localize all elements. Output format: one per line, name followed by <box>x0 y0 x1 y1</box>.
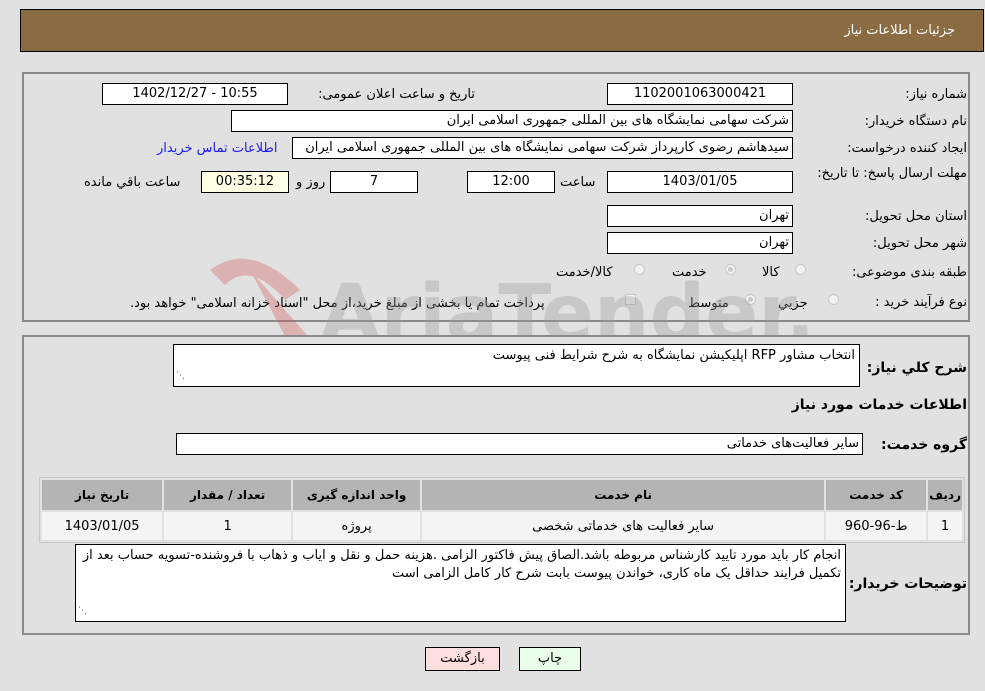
services-table: ردیف کد خدمت نام خدمت واحد اندازه گیری ت… <box>39 477 965 543</box>
buyer-org-field[interactable]: شرکت سهامی نمایشگاه های بین المللی جمهور… <box>231 110 793 132</box>
city-field[interactable]: تهران <box>607 232 793 254</box>
announce-datetime-value: 1402/12/27 - 10:55 <box>132 86 258 101</box>
cell-row-number: 1 <box>928 512 962 540</box>
treasury-checkbox[interactable] <box>625 294 636 305</box>
process-option-medium: متوسط <box>688 296 729 311</box>
deadline-time-field[interactable]: 12:00 <box>467 171 555 193</box>
deadline-date-field[interactable]: 1403/01/05 <box>607 171 793 193</box>
buyer-notes-text: انجام کار باید مورد تایید کارشناس مربوطه… <box>82 548 841 581</box>
creator-label: ایجاد کننده درخواست: <box>847 141 967 156</box>
process-label: نوع فرآیند خرید : <box>875 295 967 310</box>
col-header-quantity: تعداد / مقدار <box>164 480 292 510</box>
days-label: روز و <box>296 175 326 190</box>
back-button[interactable]: بازگشت <box>425 647 500 671</box>
announce-datetime-field[interactable]: 1402/12/27 - 10:55 <box>102 83 288 105</box>
buyer-notes-textarea[interactable]: انجام کار باید مورد تایید کارشناس مربوطه… <box>75 544 846 622</box>
process-option-minor: جزیي <box>778 296 808 311</box>
process-radio-minor[interactable] <box>828 294 839 305</box>
service-group-field[interactable]: سایر فعالیت‌های خدماتی <box>176 433 863 455</box>
col-header-need-date: تاریخ نیاز <box>42 480 163 510</box>
page-title: جزئیات اطلاعات نیاز <box>844 23 955 38</box>
days-remaining-field[interactable]: 7 <box>330 171 418 193</box>
process-radio-medium[interactable] <box>745 294 756 305</box>
treasury-note: پرداخت تمام یا بخشی از مبلغ خرید،از محل … <box>130 296 545 311</box>
buyer-org-label: نام دستگاه خریدار: <box>864 114 967 129</box>
description-textarea[interactable]: انتخاب مشاور RFP اپلیکیشن نمایشگاه به شر… <box>173 344 860 387</box>
province-label: استان محل تحویل: <box>865 209 967 224</box>
cell-service-code: ط-96-960 <box>826 512 927 540</box>
deadline-time-label: ساعت <box>560 175 596 190</box>
category-option-goods-service: کالا/خدمت <box>556 265 613 280</box>
resize-grip-icon[interactable]: ⋰ <box>78 602 87 620</box>
cell-unit: پروژه <box>293 512 421 540</box>
category-radio-goods[interactable] <box>795 264 806 275</box>
cell-service-name: سایر فعالیت های خدماتی شخصی <box>422 512 825 540</box>
services-section-title: اطلاعات خدمات مورد نیاز <box>791 397 967 413</box>
category-option-goods: کالا <box>762 265 780 280</box>
remaining-time-field: 00:35:12 <box>201 171 289 193</box>
service-group-label: گروه خدمت: <box>881 437 967 453</box>
cell-need-date: 1403/01/05 <box>42 512 163 540</box>
col-header-unit: واحد اندازه گیری <box>293 480 421 510</box>
need-number-field[interactable]: 1102001063000421 <box>607 83 793 105</box>
resize-grip-icon[interactable]: ⋰ <box>176 367 185 385</box>
table-header-row: ردیف کد خدمت نام خدمت واحد اندازه گیری ت… <box>42 480 962 510</box>
category-radio-service[interactable] <box>725 264 736 275</box>
creator-field[interactable]: سیدهاشم رضوی کارپرداز شرکت سهامی نمایشگا… <box>292 137 793 159</box>
table-row: 1 ط-96-960 سایر فعالیت های خدماتی شخصی پ… <box>42 512 962 540</box>
announce-label: تاریخ و ساعت اعلان عمومی: <box>318 87 475 102</box>
buyer-contact-link[interactable]: اطلاعات تماس خریدار <box>157 141 277 156</box>
cell-quantity: 1 <box>164 512 292 540</box>
remaining-time-label: ساعت باقي مانده <box>84 175 181 190</box>
category-radio-goods-service[interactable] <box>634 264 645 275</box>
need-number-label: شماره نیاز: <box>905 87 967 102</box>
buyer-notes-label: توضیحات خریدار: <box>848 576 967 592</box>
page-header: جزئیات اطلاعات نیاز <box>20 9 984 52</box>
city-label: شهر محل تحویل: <box>872 236 967 251</box>
print-button[interactable]: چاپ <box>519 647 581 671</box>
province-field[interactable]: تهران <box>607 205 793 227</box>
col-header-service-name: نام خدمت <box>422 480 825 510</box>
category-label: طبقه بندی موضوعی: <box>851 265 967 280</box>
description-text: انتخاب مشاور RFP اپلیکیشن نمایشگاه به شر… <box>492 348 855 363</box>
col-header-service-code: کد خدمت <box>826 480 927 510</box>
category-option-service: خدمت <box>672 265 707 280</box>
col-header-row-number: ردیف <box>928 480 962 510</box>
deadline-label: مهلت ارسال پاسخ: تا تاریخ: <box>817 166 967 181</box>
description-label: شرح کلي نیاز: <box>866 360 967 376</box>
